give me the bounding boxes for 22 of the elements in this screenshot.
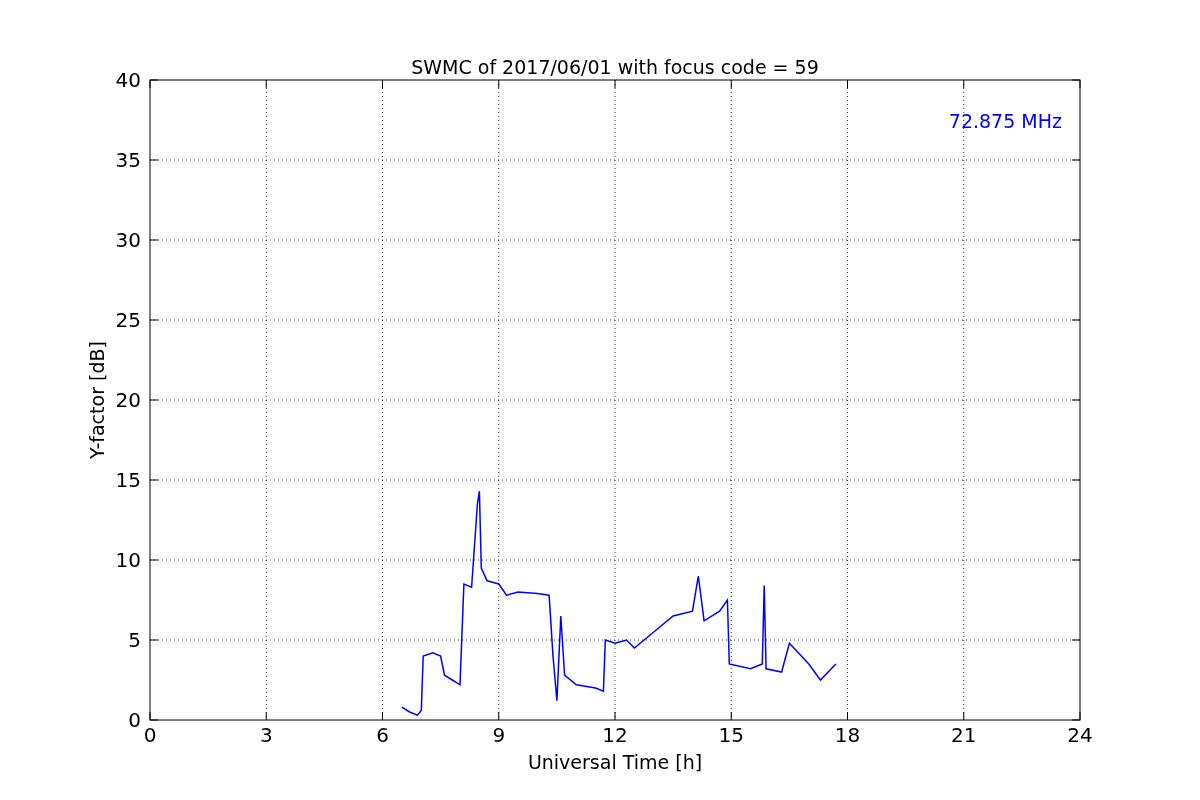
y-tick-label: 30: [115, 228, 141, 252]
x-tick-label: 24: [1067, 723, 1093, 747]
x-tick-label: 9: [492, 723, 506, 747]
x-tick-label: 6: [376, 723, 389, 747]
x-tick-label: 21: [951, 723, 977, 747]
frequency-label: 72.875 MHz: [948, 110, 1062, 132]
y-tick-label: 40: [115, 68, 141, 92]
y-tick-label: 35: [115, 148, 141, 172]
x-tick-label: 12: [602, 723, 628, 747]
y-axis-label: Y-factor [dB]: [86, 341, 108, 459]
x-tick-label: 3: [259, 723, 273, 747]
y-tick-label: 20: [115, 388, 141, 412]
x-tick-label: 18: [834, 723, 861, 747]
y-tick-label: 10: [115, 548, 141, 572]
x-tick-label: 0: [143, 723, 157, 747]
x-tick-label: 15: [718, 723, 744, 747]
chart-title: SWMC of 2017/06/01 with focus code = 59: [411, 56, 819, 78]
y-tick-label: 0: [128, 708, 141, 732]
y-tick-label: 15: [115, 468, 141, 492]
y-tick-label: 25: [115, 308, 141, 332]
y-tick-label: 5: [128, 628, 141, 652]
x-axis-label: Universal Time [h]: [527, 751, 703, 773]
